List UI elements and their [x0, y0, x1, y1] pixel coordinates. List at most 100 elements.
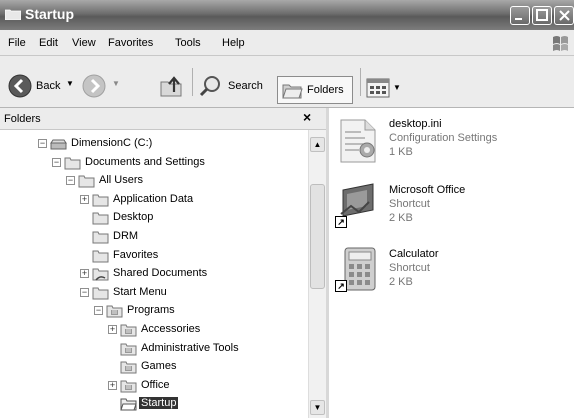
file-item[interactable]: ↗ Microsoft Office Shortcut 2 KB [329, 178, 574, 234]
shortcut-arrow-icon: ↗ [335, 280, 347, 292]
tree-node[interactable]: Startup [0, 396, 308, 414]
folders-pane-close-button[interactable]: × [303, 109, 311, 125]
tree-node[interactable]: Favorites [0, 248, 308, 266]
tree-node[interactable]: − Documents and Settings [0, 155, 308, 173]
maximize-button[interactable] [532, 6, 552, 25]
file-size: 2 KB [389, 276, 413, 288]
file-item[interactable]: ↗ Calculator Shortcut 2 KB [329, 242, 574, 298]
file-type: Shortcut [389, 198, 430, 210]
tree-node[interactable]: + Application Data [0, 192, 308, 210]
views-dropdown-icon: ▼ [393, 83, 401, 92]
folders-label: Folders [307, 84, 344, 96]
programs-folder-icon [106, 305, 123, 318]
menu-view[interactable]: View [72, 37, 96, 49]
tree-node-label: Start Menu [113, 285, 167, 298]
expand-icon[interactable]: + [80, 194, 89, 204]
file-name: Calculator [389, 248, 439, 260]
tree-node-label: Documents and Settings [85, 155, 205, 168]
minimize-button[interactable] [510, 6, 530, 25]
back-button[interactable]: Back ▼ [8, 74, 78, 98]
menu-bar: File Edit View Favorites Tools Help [0, 30, 574, 56]
maximize-icon [536, 9, 548, 21]
file-name: Microsoft Office [389, 184, 466, 196]
tree-node-label: Administrative Tools [141, 341, 239, 354]
back-label: Back [36, 80, 61, 92]
collapse-icon[interactable]: − [94, 306, 103, 316]
menu-tools[interactable]: Tools [175, 37, 201, 49]
scroll-down-button[interactable]: ▼ [310, 400, 325, 415]
shortcut-arrow-icon: ↗ [335, 216, 347, 228]
tree-scrollbar[interactable]: ▲ ▼ [308, 130, 326, 418]
tree-node-label: Favorites [113, 248, 159, 261]
folders-button[interactable]: Folders [277, 76, 353, 104]
programs-folder-icon [120, 380, 137, 393]
back-arrow-icon [8, 74, 32, 98]
menu-favorites[interactable]: Favorites [108, 37, 153, 49]
file-list: desktop.ini Configuration Settings 1 KB … [329, 108, 574, 418]
tree-node-label: All Users [99, 174, 144, 187]
collapse-icon[interactable]: − [38, 139, 47, 148]
tree-node[interactable]: + Office [0, 378, 308, 396]
file-name: desktop.ini [389, 118, 442, 130]
search-label: Search [228, 80, 263, 92]
folder-icon [92, 212, 109, 225]
title-bar: Startup [0, 0, 574, 30]
file-type: Shortcut [389, 262, 430, 274]
folder-open-icon [120, 398, 137, 411]
tree-node-label: Shared Documents [113, 267, 208, 280]
up-folder-icon[interactable] [158, 74, 184, 98]
tree-node-label: Accessories [141, 323, 201, 335]
search-icon [199, 76, 220, 97]
tree-node[interactable]: Administrative Tools [0, 341, 308, 359]
forward-button[interactable]: ▼ [82, 74, 126, 98]
scroll-up-button[interactable]: ▲ [310, 137, 325, 152]
tree-node[interactable]: − All Users [0, 173, 308, 191]
menu-file[interactable]: File [8, 37, 26, 49]
collapse-icon[interactable]: − [80, 287, 89, 297]
drive-icon [50, 139, 67, 150]
tree-node[interactable]: − Start Menu [0, 285, 308, 303]
folder-icon [92, 194, 109, 207]
tree-node[interactable]: DRM [0, 229, 308, 247]
close-button[interactable] [554, 6, 574, 25]
file-size: 2 KB [389, 212, 413, 224]
tree-node-label: Startup [139, 397, 179, 410]
views-button[interactable]: ▼ [366, 76, 406, 100]
folder-icon [92, 287, 109, 300]
toolbar: Back ▼ ▼ Search Folders ▼ [0, 56, 574, 108]
file-type: Configuration Settings [389, 132, 498, 144]
tree-node[interactable]: Games [0, 359, 308, 377]
minimize-icon [515, 18, 522, 20]
menu-edit[interactable]: Edit [39, 37, 58, 49]
back-dropdown-icon[interactable]: ▼ [66, 79, 74, 88]
folder-icon [92, 250, 109, 263]
tree-node[interactable]: − DimensionC (C:) [0, 136, 308, 154]
expand-icon[interactable]: + [80, 269, 89, 279]
folders-pane-header: Folders × [0, 108, 326, 130]
scroll-thumb[interactable] [310, 184, 325, 289]
settings-file-icon [340, 119, 376, 163]
expand-icon[interactable]: + [108, 325, 117, 334]
forward-dropdown-icon[interactable]: ▼ [112, 79, 120, 88]
tree-node-label: DRM [113, 230, 139, 242]
tree-node[interactable]: + Shared Documents [0, 266, 308, 284]
expand-icon[interactable]: + [108, 380, 117, 390]
programs-folder-icon [120, 361, 137, 374]
window-title: Startup [25, 6, 74, 22]
folders-pane-title: Folders [4, 113, 41, 125]
collapse-icon[interactable]: − [52, 157, 61, 167]
shared-folder-icon [92, 268, 109, 281]
file-size: 1 KB [389, 146, 413, 158]
folder-icon [78, 175, 95, 188]
menu-help[interactable]: Help [222, 37, 245, 49]
tree-node[interactable]: + Accessories [0, 322, 308, 340]
folder-icon [5, 9, 21, 20]
tree-node[interactable]: Desktop [0, 210, 308, 228]
folder-tree: − DimensionC (C:) − Documents and Settings −… [0, 130, 308, 418]
tree-node-label: Games [141, 360, 177, 373]
tree-node[interactable]: − Programs [0, 303, 308, 321]
search-button[interactable]: Search [198, 74, 270, 98]
tree-node-label: DimensionC (C:) [71, 137, 153, 149]
file-item[interactable]: desktop.ini Configuration Settings 1 KB [329, 112, 574, 168]
collapse-icon[interactable]: − [66, 176, 75, 186]
